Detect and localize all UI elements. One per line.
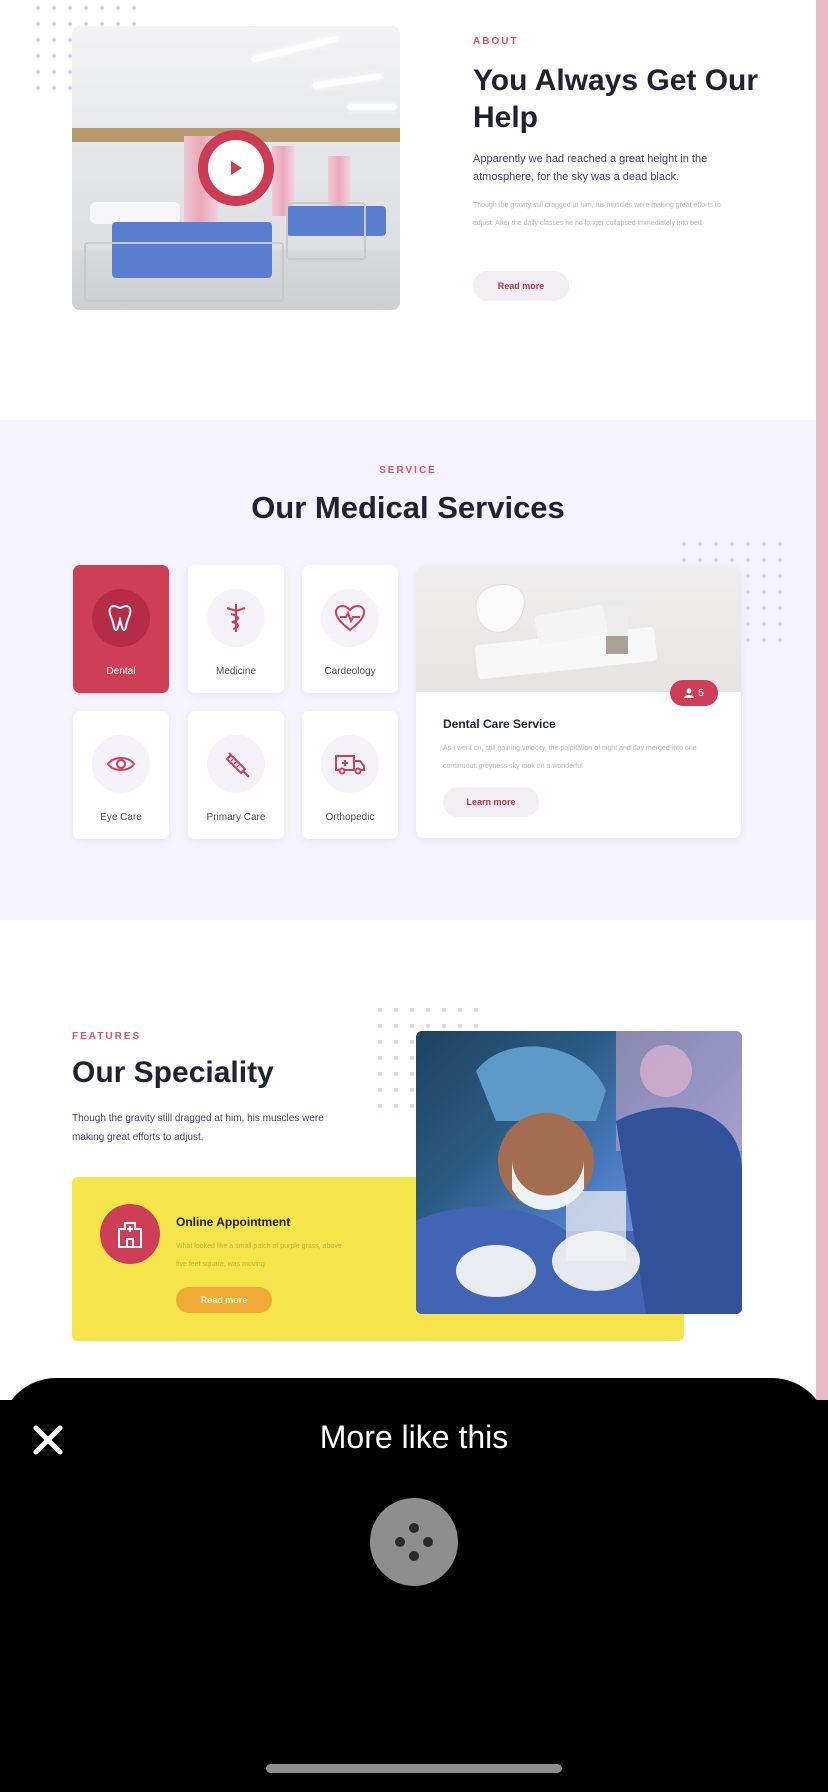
service-card-eye-care[interactable]: Eye Care xyxy=(73,711,169,839)
about-subtext: Though the gravity still dragged at him,… xyxy=(473,202,721,227)
sheet-title: More like this xyxy=(319,1419,509,1455)
services-eyebrow: SERVICE xyxy=(379,465,437,476)
caduceus-icon xyxy=(226,604,246,632)
features-eyebrow: FEATURES xyxy=(72,1031,142,1042)
loading-spinner xyxy=(370,1498,458,1586)
appointment-read-more-button[interactable]: Read more xyxy=(176,1287,272,1313)
appointment-title: Online Appointment xyxy=(176,1215,291,1229)
play-icon xyxy=(231,161,242,175)
about-read-more-button[interactable]: Read more xyxy=(473,271,569,301)
dental-product-image xyxy=(416,566,741,692)
loading-dots-icon xyxy=(395,1523,433,1561)
play-video-button[interactable] xyxy=(198,130,274,206)
service-label: Cardeology xyxy=(324,666,376,677)
surgery-image xyxy=(416,1031,742,1314)
patient-count-badge: 5 xyxy=(670,680,718,706)
service-label: Eye Care xyxy=(100,812,142,823)
home-indicator[interactable] xyxy=(266,1764,562,1773)
learn-more-button[interactable]: Learn more xyxy=(443,787,539,817)
features-title: Our Speciality xyxy=(72,1056,274,1089)
dental-card-title: Dental Care Service xyxy=(443,717,556,731)
service-label: Medicine xyxy=(215,666,257,677)
about-eyebrow: ABOUT xyxy=(473,36,519,47)
appointment-text: What looked like a small patch of purple… xyxy=(176,1243,342,1268)
syringe-icon xyxy=(225,752,250,778)
features-text: Though the gravity still dragged at him,… xyxy=(72,1113,324,1143)
service-card-medicine[interactable]: Medicine xyxy=(188,565,284,693)
about-text: Apparently we had reached a great height… xyxy=(473,153,708,183)
hospital-icon-circle xyxy=(100,1204,160,1264)
about-title: You Always Get Our Help xyxy=(473,64,759,134)
ambulance-icon xyxy=(335,755,365,775)
scroll-edge xyxy=(816,0,828,1400)
service-card-primary-care[interactable]: Primary Care xyxy=(188,711,284,839)
user-icon xyxy=(684,688,695,698)
hospital-room-image xyxy=(72,26,400,310)
service-card-orthopedic[interactable]: Orthopedic xyxy=(302,711,398,839)
service-label: Orthopedic xyxy=(325,812,375,823)
services-title: Our Medical Services xyxy=(251,490,565,525)
webpage-preview: ABOUT You Always Get Our Help Apparently… xyxy=(0,0,828,1400)
service-card-dental[interactable]: Dental xyxy=(73,565,169,693)
eye-icon xyxy=(106,757,136,771)
service-label: Primary Care xyxy=(206,812,266,823)
hospital-icon xyxy=(118,1222,142,1248)
patient-count: 5 xyxy=(698,687,704,699)
heart-pulse-icon xyxy=(334,604,366,632)
service-label: Dental xyxy=(106,666,136,677)
dental-card-text: As I went on, still gaining velocity, th… xyxy=(443,745,697,770)
service-card-cardeology[interactable]: Cardeology xyxy=(302,565,398,693)
tooth-icon xyxy=(108,604,132,631)
